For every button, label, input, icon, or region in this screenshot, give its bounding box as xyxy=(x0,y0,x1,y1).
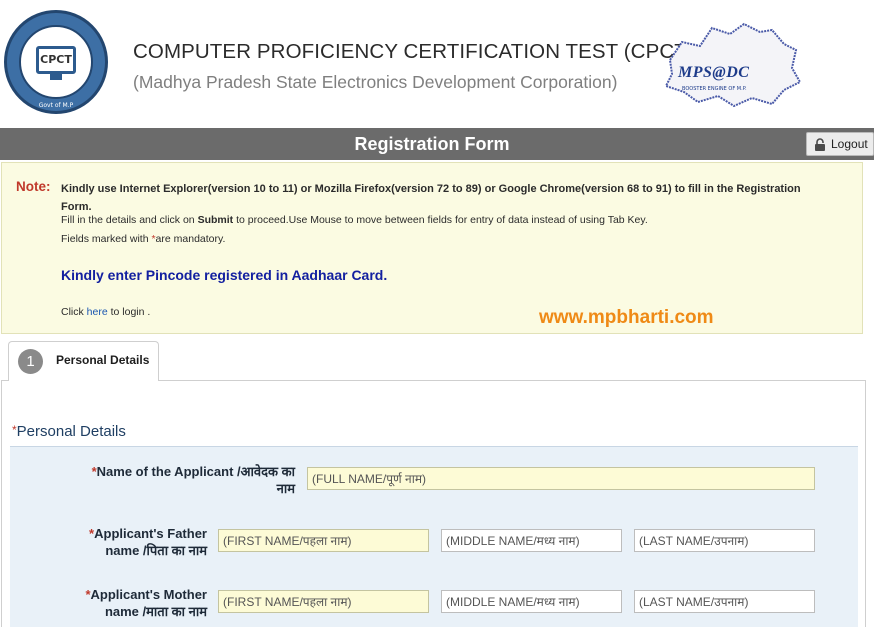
mandatory-note-suffix: are mandatory. xyxy=(155,233,226,245)
father-name-label: *Applicant's Father name /पिता का नाम xyxy=(50,525,207,559)
logout-button[interactable]: Logout xyxy=(806,132,874,156)
mpsedc-map-logo: MPS@DC BOOSTER ENGINE OF M.P. xyxy=(660,20,802,110)
applicant-name-label-line2: नाम xyxy=(276,481,295,496)
applicant-full-name-input[interactable] xyxy=(307,467,815,490)
seal-caption: Govt of M.P xyxy=(38,102,74,109)
login-prompt-suffix: to login . xyxy=(107,306,151,318)
aadhaar-notice: Kindly enter Pincode registered in Aadha… xyxy=(61,267,388,283)
father-middle-name-input[interactable] xyxy=(441,529,622,552)
seal-monitor-stand xyxy=(50,74,62,80)
form-fields-area: *Name of the Applicant /आवेदक का नाम *Ap… xyxy=(10,446,858,627)
mandatory-note: Fields marked with *are mandatory. xyxy=(61,233,225,245)
personal-details-panel: *Personal Details *Name of the Applicant… xyxy=(1,380,866,627)
seal-inner-ring: CPCT xyxy=(19,25,93,99)
registration-page: CPCT Govt of M.P COMPUTER PROFICIENCY CE… xyxy=(0,0,874,627)
mother-middle-name-input[interactable] xyxy=(441,590,622,613)
mother-name-label: *Applicant's Mother name /माता का नाम xyxy=(50,586,207,620)
applicant-name-label-line1: Name of the Applicant /आवेदक का xyxy=(96,464,295,479)
mpsedc-logo-tagline: BOOSTER ENGINE OF M.P. xyxy=(682,86,747,92)
seal-monitor-text: CPCT xyxy=(36,46,76,74)
submit-keyword: Submit xyxy=(197,214,234,226)
tab-step-number: 1 xyxy=(18,349,43,374)
father-name-label-line1: Applicant's Father xyxy=(94,526,207,541)
logout-label: Logout xyxy=(831,137,868,151)
cpct-seal-logo: CPCT Govt of M.P xyxy=(4,10,108,114)
note-label: Note: xyxy=(16,179,51,194)
tab-label: Personal Details xyxy=(56,353,150,367)
lock-icon xyxy=(815,138,825,151)
site-watermark: www.mpbharti.com xyxy=(539,307,714,328)
login-prompt: Click here to login . xyxy=(61,306,150,318)
login-prompt-prefix: Click xyxy=(61,306,87,318)
father-name-label-line2: name /पिता का नाम xyxy=(105,543,207,558)
father-last-name-input[interactable] xyxy=(634,529,815,552)
site-title: COMPUTER PROFICIENCY CERTIFICATION TEST … xyxy=(133,40,694,63)
submit-instructions-prefix: Fill in the details and click on xyxy=(61,214,198,226)
father-first-name-input[interactable] xyxy=(218,529,429,552)
submit-instructions: Fill in the details and click on Submit … xyxy=(61,214,648,226)
tab-personal-details[interactable]: 1 Personal Details xyxy=(8,341,159,381)
form-title-bar: Registration Form Logout xyxy=(0,128,874,160)
site-header: CPCT Govt of M.P COMPUTER PROFICIENCY CE… xyxy=(0,0,874,128)
mother-name-label-line1: Applicant's Mother xyxy=(90,587,208,602)
browser-note: Kindly use Internet Explorer(version 10 … xyxy=(61,183,801,213)
mother-name-label-line2: name /माता का नाम xyxy=(104,604,207,619)
form-title: Registration Form xyxy=(354,134,510,154)
submit-instructions-suffix: to proceed.Use Mouse to move between fie… xyxy=(233,214,648,226)
applicant-name-label: *Name of the Applicant /आवेदक का नाम xyxy=(50,463,295,497)
mother-last-name-input[interactable] xyxy=(634,590,815,613)
note-box: Note: Kindly use Internet Explorer(versi… xyxy=(1,162,863,334)
section-heading: *Personal Details xyxy=(12,423,126,440)
section-heading-text: Personal Details xyxy=(16,423,126,440)
mandatory-note-prefix: Fields marked with xyxy=(61,233,152,245)
mpsedc-logo-text: MPS@DC xyxy=(678,64,750,81)
login-here-link[interactable]: here xyxy=(87,306,108,318)
mother-first-name-input[interactable] xyxy=(218,590,429,613)
site-subtitle: (Madhya Pradesh State Electronics Develo… xyxy=(133,72,618,92)
